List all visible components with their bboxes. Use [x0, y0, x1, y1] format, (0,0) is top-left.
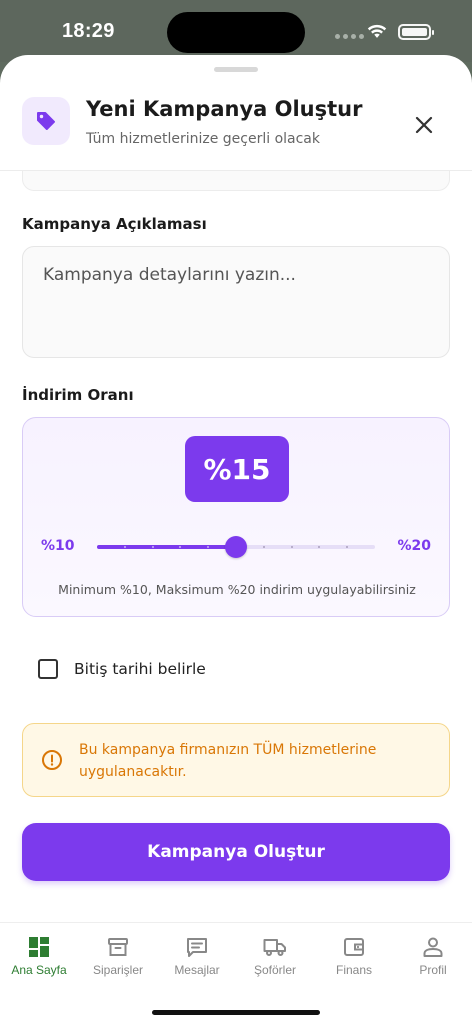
close-icon	[415, 116, 433, 134]
slider-max-label: %20	[397, 538, 431, 554]
slider-fill	[97, 545, 236, 549]
dynamic-island	[167, 12, 305, 53]
info-icon	[42, 750, 62, 770]
tab-drivers[interactable]: Şoförler	[236, 935, 314, 977]
sheet-title: Yeni Kampanya Oluştur	[86, 97, 363, 121]
slider-step-tick	[318, 546, 321, 548]
person-icon	[423, 937, 443, 957]
end-date-checkbox[interactable]	[38, 659, 58, 679]
create-campaign-button[interactable]: Kampanya Oluştur	[22, 823, 450, 881]
bottom-tab-bar: Ana Sayfa Siparişler Mesajlar Şoförler F…	[0, 922, 472, 1024]
tab-label: Mesajlar	[174, 963, 220, 977]
tab-home[interactable]: Ana Sayfa	[0, 935, 78, 977]
discount-slider[interactable]	[97, 536, 375, 558]
tab-label: Şoförler	[253, 963, 297, 977]
tab-messages[interactable]: Mesajlar	[158, 935, 236, 977]
dashboard-icon	[29, 937, 49, 957]
description-label: Kampanya Açıklaması	[22, 215, 207, 233]
tab-finance[interactable]: Finans	[315, 935, 393, 977]
discount-label: İndirim Oranı	[22, 386, 134, 404]
battery-icon	[398, 24, 434, 40]
close-button[interactable]	[408, 109, 440, 141]
slider-thumb[interactable]	[225, 536, 247, 558]
description-textarea[interactable]	[22, 246, 450, 358]
tab-label: Siparişler	[92, 963, 143, 977]
sheet-header: Yeni Kampanya Oluştur Tüm hizmetlerinize…	[0, 91, 472, 171]
end-date-checkbox-row[interactable]: Bitiş tarihi belirle	[38, 659, 206, 679]
slider-step-tick	[262, 546, 265, 548]
sheet-grabber[interactable]	[214, 67, 258, 72]
info-text: Bu kampanya firmanızın TÜM hizmetlerine …	[79, 742, 377, 780]
archive-box-icon	[108, 938, 128, 956]
truck-icon	[263, 939, 286, 956]
status-time: 18:29	[62, 20, 115, 42]
wifi-icon	[367, 24, 387, 38]
slider-step-tick	[151, 546, 154, 548]
tab-orders[interactable]: Siparişler	[79, 935, 157, 977]
tab-label: Profil	[419, 963, 447, 977]
slider-min-label: %10	[41, 538, 75, 554]
slider-step-tick	[290, 546, 293, 548]
slider-step-tick	[346, 546, 349, 548]
tab-label: Finans	[335, 963, 373, 977]
cellular-signal-icon	[335, 34, 364, 39]
chat-icon	[187, 938, 207, 957]
slider-step-tick	[123, 546, 126, 548]
end-date-label: Bitiş tarihi belirle	[74, 660, 206, 678]
status-bar: 18:29	[0, 0, 472, 62]
tab-profile[interactable]: Profil	[394, 935, 472, 977]
discount-value-badge: %15	[185, 436, 289, 502]
home-indicator	[152, 1010, 320, 1015]
discount-panel: %15 %10 %20 Minimum %10, Maksimum %20 in…	[22, 417, 450, 617]
sheet-subtitle: Tüm hizmetlerinize geçerli olacak	[86, 131, 320, 147]
create-campaign-sheet: Yeni Kampanya Oluştur Tüm hizmetlerinize…	[0, 55, 472, 1024]
wallet-icon	[344, 938, 364, 956]
tag-icon	[22, 97, 70, 145]
info-notice: Bu kampanya firmanızın TÜM hizmetlerine …	[22, 723, 450, 797]
tab-label: Ana Sayfa	[11, 963, 67, 977]
discount-helper-text: Minimum %10, Maksimum %20 indirim uygula…	[58, 582, 416, 597]
